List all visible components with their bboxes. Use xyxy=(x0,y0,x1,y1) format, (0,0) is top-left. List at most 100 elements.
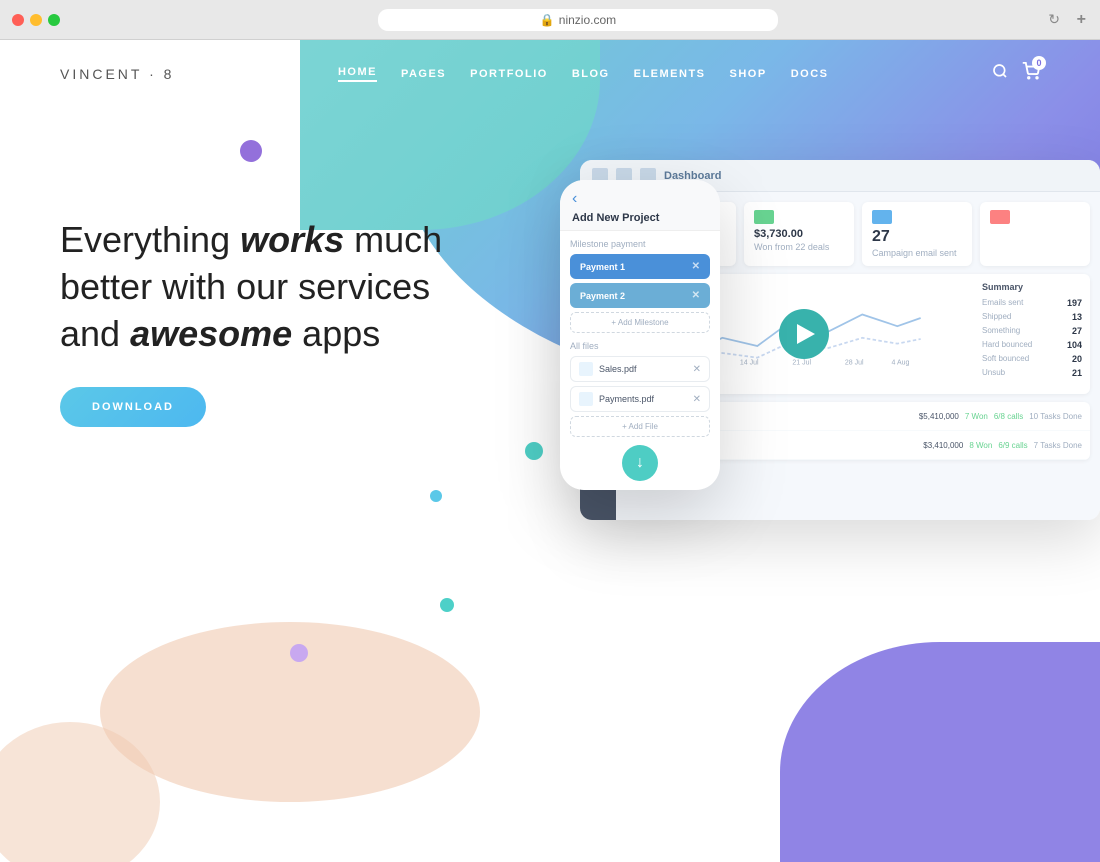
nav-blog[interactable]: BLOG xyxy=(572,68,610,80)
phone-title: Add New Project xyxy=(572,212,708,224)
submit-download-btn[interactable]: ↓ xyxy=(622,445,658,481)
summary-row-4: Hard bounced 104 xyxy=(982,340,1082,350)
payment-2-close[interactable]: ✕ xyxy=(692,290,700,301)
url-text: ninzio.com xyxy=(559,13,616,27)
phone-mockup: ‹ Add New Project Milestone payment Paym… xyxy=(560,180,720,490)
close-dot[interactable] xyxy=(12,14,24,26)
blob-purple-bottom xyxy=(780,642,1100,862)
hero-text: Everything works much better with our se… xyxy=(60,167,442,427)
nav-pages[interactable]: PAGES xyxy=(401,68,446,80)
summary-label-3: Something xyxy=(982,326,1020,336)
summary-label-6: Unsub xyxy=(982,368,1005,378)
table-amount-2: $3,410,000 xyxy=(923,441,963,450)
table-won-1: 7 Won xyxy=(965,412,988,421)
device-mockups: Dashboard 7 New Contacts xyxy=(520,100,1100,660)
add-file-btn[interactable]: + Add File xyxy=(570,416,710,437)
cart-badge: 0 xyxy=(1032,56,1046,70)
address-bar[interactable]: 🔒 ninzio.com xyxy=(378,9,778,31)
payment-1-btn[interactable]: Payment 1 ✕ xyxy=(570,254,710,279)
play-triangle-icon xyxy=(797,324,815,344)
summary-value-5: 20 xyxy=(1072,354,1082,364)
summary-value-6: 21 xyxy=(1072,368,1082,378)
svg-text:4 Aug: 4 Aug xyxy=(892,360,910,367)
site-logo[interactable]: VINCENT · 8 xyxy=(60,66,174,82)
hero-italic-works: works xyxy=(240,219,344,260)
decorative-dot-blue xyxy=(430,490,442,502)
summary-row-1: Emails sent 197 xyxy=(982,298,1082,308)
nav-links: HOME PAGES PORTFOLIO BLOG ELEMENTS SHOP … xyxy=(338,66,829,82)
summary-value-4: 104 xyxy=(1067,340,1082,350)
file-2: Payments.pdf ✕ xyxy=(570,386,710,412)
summary-value-3: 27 xyxy=(1072,326,1082,336)
file-close-1[interactable]: ✕ xyxy=(693,364,701,375)
stat-card-other xyxy=(980,202,1090,266)
svg-text:14 Jul: 14 Jul xyxy=(740,360,759,367)
summary-value-2: 13 xyxy=(1072,312,1082,322)
file-close-2[interactable]: ✕ xyxy=(693,394,701,405)
files-label: All files xyxy=(570,341,710,351)
phone-header: ‹ Add New Project xyxy=(560,180,720,231)
new-tab-button[interactable]: + xyxy=(1077,11,1086,29)
browser-dots xyxy=(12,14,60,26)
browser-chrome: 🔒 ninzio.com ↻ + xyxy=(0,0,1100,40)
refresh-button[interactable]: ↻ xyxy=(1048,11,1060,28)
play-button[interactable] xyxy=(779,309,829,359)
decorative-dot-teal-phone xyxy=(525,442,543,460)
summary-label-1: Emails sent xyxy=(982,298,1023,308)
stat-number-email: 27 xyxy=(872,228,962,246)
svg-text:21 Jul: 21 Jul xyxy=(792,360,811,367)
file-name-2: Payments.pdf xyxy=(599,394,693,404)
milestone-label: Milestone payment xyxy=(570,239,710,249)
summary-row-5: Soft bounced 20 xyxy=(982,354,1082,364)
back-button[interactable]: ‹ xyxy=(572,190,708,208)
website-content: VINCENT · 8 HOME PAGES PORTFOLIO BLOG EL… xyxy=(0,40,1100,862)
download-arrow-icon: ↓ xyxy=(636,454,644,472)
minimize-dot[interactable] xyxy=(30,14,42,26)
table-tasks-2: 7 Tasks Done xyxy=(1034,441,1082,450)
search-icon[interactable] xyxy=(992,63,1008,84)
summary-row-2: Shipped 13 xyxy=(982,312,1082,322)
table-tasks-1: 10 Tasks Done xyxy=(1029,412,1082,421)
cart-icon[interactable]: 0 xyxy=(1022,62,1040,85)
navbar: VINCENT · 8 HOME PAGES PORTFOLIO BLOG EL… xyxy=(0,40,1100,107)
summary-label-4: Hard bounced xyxy=(982,340,1032,350)
lock-icon: 🔒 xyxy=(540,13,555,27)
nav-home[interactable]: HOME xyxy=(338,66,377,82)
nav-shop[interactable]: SHOP xyxy=(730,68,767,80)
summary-title: Summary xyxy=(982,282,1082,292)
table-won-2: 8 Won xyxy=(969,441,992,450)
file-name-1: Sales.pdf xyxy=(599,364,693,374)
maximize-dot[interactable] xyxy=(48,14,60,26)
nav-docs[interactable]: DOCS xyxy=(791,68,829,80)
payment-2-btn[interactable]: Payment 2 ✕ xyxy=(570,283,710,308)
nav-portfolio[interactable]: PORTFOLIO xyxy=(470,68,548,80)
payment-2-label: Payment 2 xyxy=(580,291,625,301)
table-calls-1: 6/8 calls xyxy=(994,412,1023,421)
summary-value-1: 197 xyxy=(1067,298,1082,308)
stat-label-email: Campaign email sent xyxy=(872,248,962,258)
decorative-dot-purple-lower xyxy=(290,644,308,662)
nav-elements[interactable]: ELEMENTS xyxy=(634,68,706,80)
summary-row-3: Something 27 xyxy=(982,326,1082,336)
payment-1-label: Payment 1 xyxy=(580,262,625,272)
summary-label-5: Soft bounced xyxy=(982,354,1029,364)
summary-row-6: Unsub 21 xyxy=(982,368,1082,378)
table-calls-2: 6/9 calls xyxy=(998,441,1027,450)
file-icon-1 xyxy=(579,362,593,376)
hero-heading: Everything works much better with our se… xyxy=(60,217,442,357)
phone-body: Milestone payment Payment 1 ✕ Payment 2 … xyxy=(560,231,720,489)
table-amount-1: $5,410,000 xyxy=(919,412,959,421)
nav-icons: 0 xyxy=(992,62,1040,85)
decorative-dot-teal xyxy=(440,598,454,612)
stat-icon-revenue xyxy=(754,210,774,224)
download-button[interactable]: DOWNLOAD xyxy=(60,387,206,427)
stat-icon-other xyxy=(990,210,1010,224)
stat-label-revenue: Won from 22 deals xyxy=(754,242,844,252)
stat-number-revenue: $3,730.00 xyxy=(754,228,844,240)
add-milestone-btn[interactable]: + Add Milestone xyxy=(570,312,710,333)
chart-summary: Summary Emails sent 197 Shipped 13 Somet… xyxy=(982,282,1082,386)
svg-text:28 Jul: 28 Jul xyxy=(845,360,864,367)
payment-1-close[interactable]: ✕ xyxy=(692,261,700,272)
stat-icon-email xyxy=(872,210,892,224)
hero-italic-awesome: awesome xyxy=(130,313,292,354)
